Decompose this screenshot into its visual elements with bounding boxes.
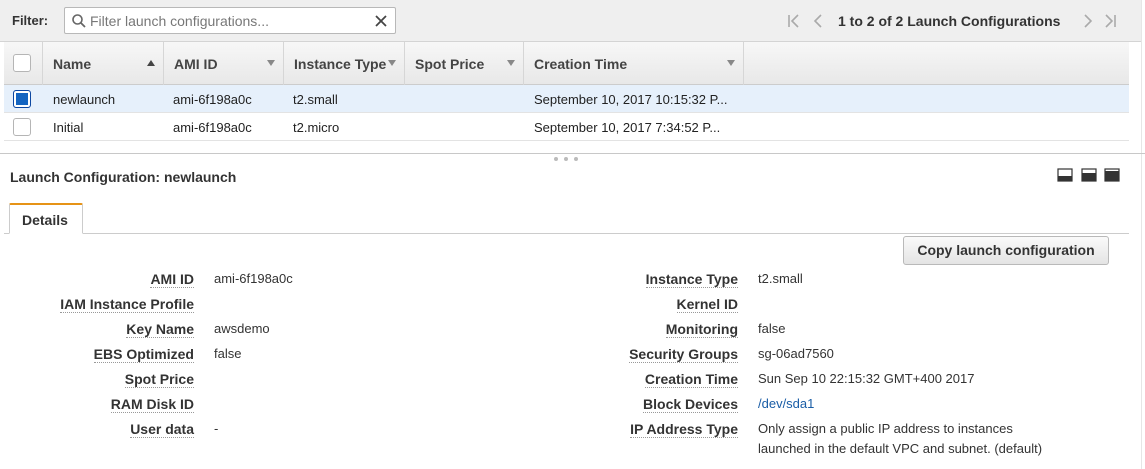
detail-label-iam-instance-profile: IAM Instance Profile — [60, 296, 194, 313]
filter-box[interactable] — [64, 7, 396, 34]
row-name: Initial — [53, 120, 84, 135]
layout-bottom-icon[interactable] — [1057, 168, 1073, 182]
copy-launch-configuration-button[interactable]: Copy launch configuration — [903, 236, 1109, 265]
detail-label-ip-address-type: IP Address Type — [630, 421, 738, 438]
pager-text: 1 to 2 of 2 Launch Configurations — [838, 13, 1061, 29]
tab-details-label: Details — [22, 212, 68, 228]
detail-value-ami-id: ami-6f198a0c — [214, 271, 293, 286]
detail-value-security-groups: sg-06ad7560 — [758, 346, 834, 361]
detail-label-ebs-optimized: EBS Optimized — [93, 346, 194, 363]
last-page-icon[interactable] — [1102, 13, 1118, 29]
select-all-cell — [4, 42, 43, 85]
detail-value-instance-type: t2.small — [758, 271, 803, 286]
layout-full-icon[interactable] — [1104, 168, 1120, 182]
row-checkbox[interactable] — [13, 118, 31, 136]
row-checkbox[interactable] — [13, 90, 31, 108]
tab-details[interactable]: Details — [9, 203, 83, 234]
column-header-spot-price[interactable]: Spot Price — [405, 42, 524, 85]
row-ami-id: ami-6f198a0c — [173, 92, 252, 107]
next-page-icon[interactable] — [1080, 13, 1096, 29]
chevron-down-icon — [267, 60, 275, 66]
detail-label-spot-price: Spot Price — [124, 371, 194, 388]
drag-handle-icon[interactable] — [553, 156, 579, 162]
filter-label: Filter: — [12, 13, 49, 28]
detail-label-kernel-id: Kernel ID — [676, 296, 738, 313]
column-header-instance-type[interactable]: Instance Type — [284, 42, 405, 85]
detail-label-creation-time: Creation Time — [644, 371, 738, 388]
chevron-down-icon — [507, 60, 515, 66]
table-header: Name AMI ID Instance Type Spot Price Cre… — [4, 42, 1129, 85]
clear-icon[interactable] — [373, 13, 389, 29]
column-header-ami-id[interactable]: AMI ID — [164, 42, 284, 85]
detail-value-key-name: awsdemo — [214, 321, 270, 336]
block-device-link[interactable]: /dev/sda1 — [758, 396, 814, 412]
scrollbar[interactable] — [1141, 0, 1145, 469]
filter-input[interactable] — [90, 11, 370, 31]
row-instance-type: t2.micro — [293, 120, 340, 135]
detail-value-user-data: - — [214, 421, 219, 436]
detail-value-monitoring: false — [758, 321, 786, 336]
detail-title: Launch Configuration: newlaunch — [10, 169, 237, 185]
detail-value-ebs-optimized: false — [214, 346, 242, 361]
tab-divider — [4, 233, 1129, 234]
layout-split-icon[interactable] — [1081, 168, 1097, 182]
table-row[interactable]: Initial ami-6f198a0c t2.micro September … — [4, 113, 1129, 141]
row-instance-type: t2.small — [293, 92, 338, 107]
filter-bar: Filter: 1 to 2 of 2 Launch Configuration… — [0, 0, 1145, 42]
detail-label-user-data: User data — [130, 421, 194, 438]
column-header-creation-time[interactable]: Creation Time — [524, 42, 744, 85]
detail-value-creation-time: Sun Sep 10 22:15:32 GMT+400 2017 — [758, 371, 975, 386]
first-page-icon[interactable] — [786, 13, 802, 29]
sort-ascending-icon — [147, 60, 155, 66]
row-ami-id: ami-6f198a0c — [173, 120, 252, 135]
detail-value-ip-address-type-line2: launched in the default VPC and subnet. … — [758, 441, 1043, 456]
row-creation-time: September 10, 2017 10:15:32 P... — [534, 92, 728, 107]
detail-label-security-groups: Security Groups — [629, 346, 738, 363]
chevron-down-icon — [727, 60, 735, 66]
column-header-name[interactable]: Name — [43, 42, 164, 85]
table-row[interactable]: newlaunch ami-6f198a0c t2.small Septembe… — [4, 85, 1129, 113]
detail-value-ip-address-type: Only assign a public IP address to insta… — [758, 421, 1013, 436]
detail-label-block-devices: Block Devices — [643, 396, 738, 413]
search-icon — [72, 14, 86, 28]
detail-label-instance-type: Instance Type — [645, 271, 738, 288]
detail-label-ram-disk-id: RAM Disk ID — [110, 396, 194, 413]
previous-page-icon[interactable] — [810, 13, 826, 29]
row-creation-time: September 10, 2017 7:34:52 P... — [534, 120, 721, 135]
chevron-down-icon — [388, 60, 396, 66]
row-name: newlaunch — [53, 92, 116, 107]
detail-label-ami-id: AMI ID — [150, 271, 194, 288]
detail-label-key-name: Key Name — [126, 321, 194, 338]
detail-label-monitoring: Monitoring — [665, 321, 738, 338]
select-all-checkbox[interactable] — [13, 54, 31, 72]
